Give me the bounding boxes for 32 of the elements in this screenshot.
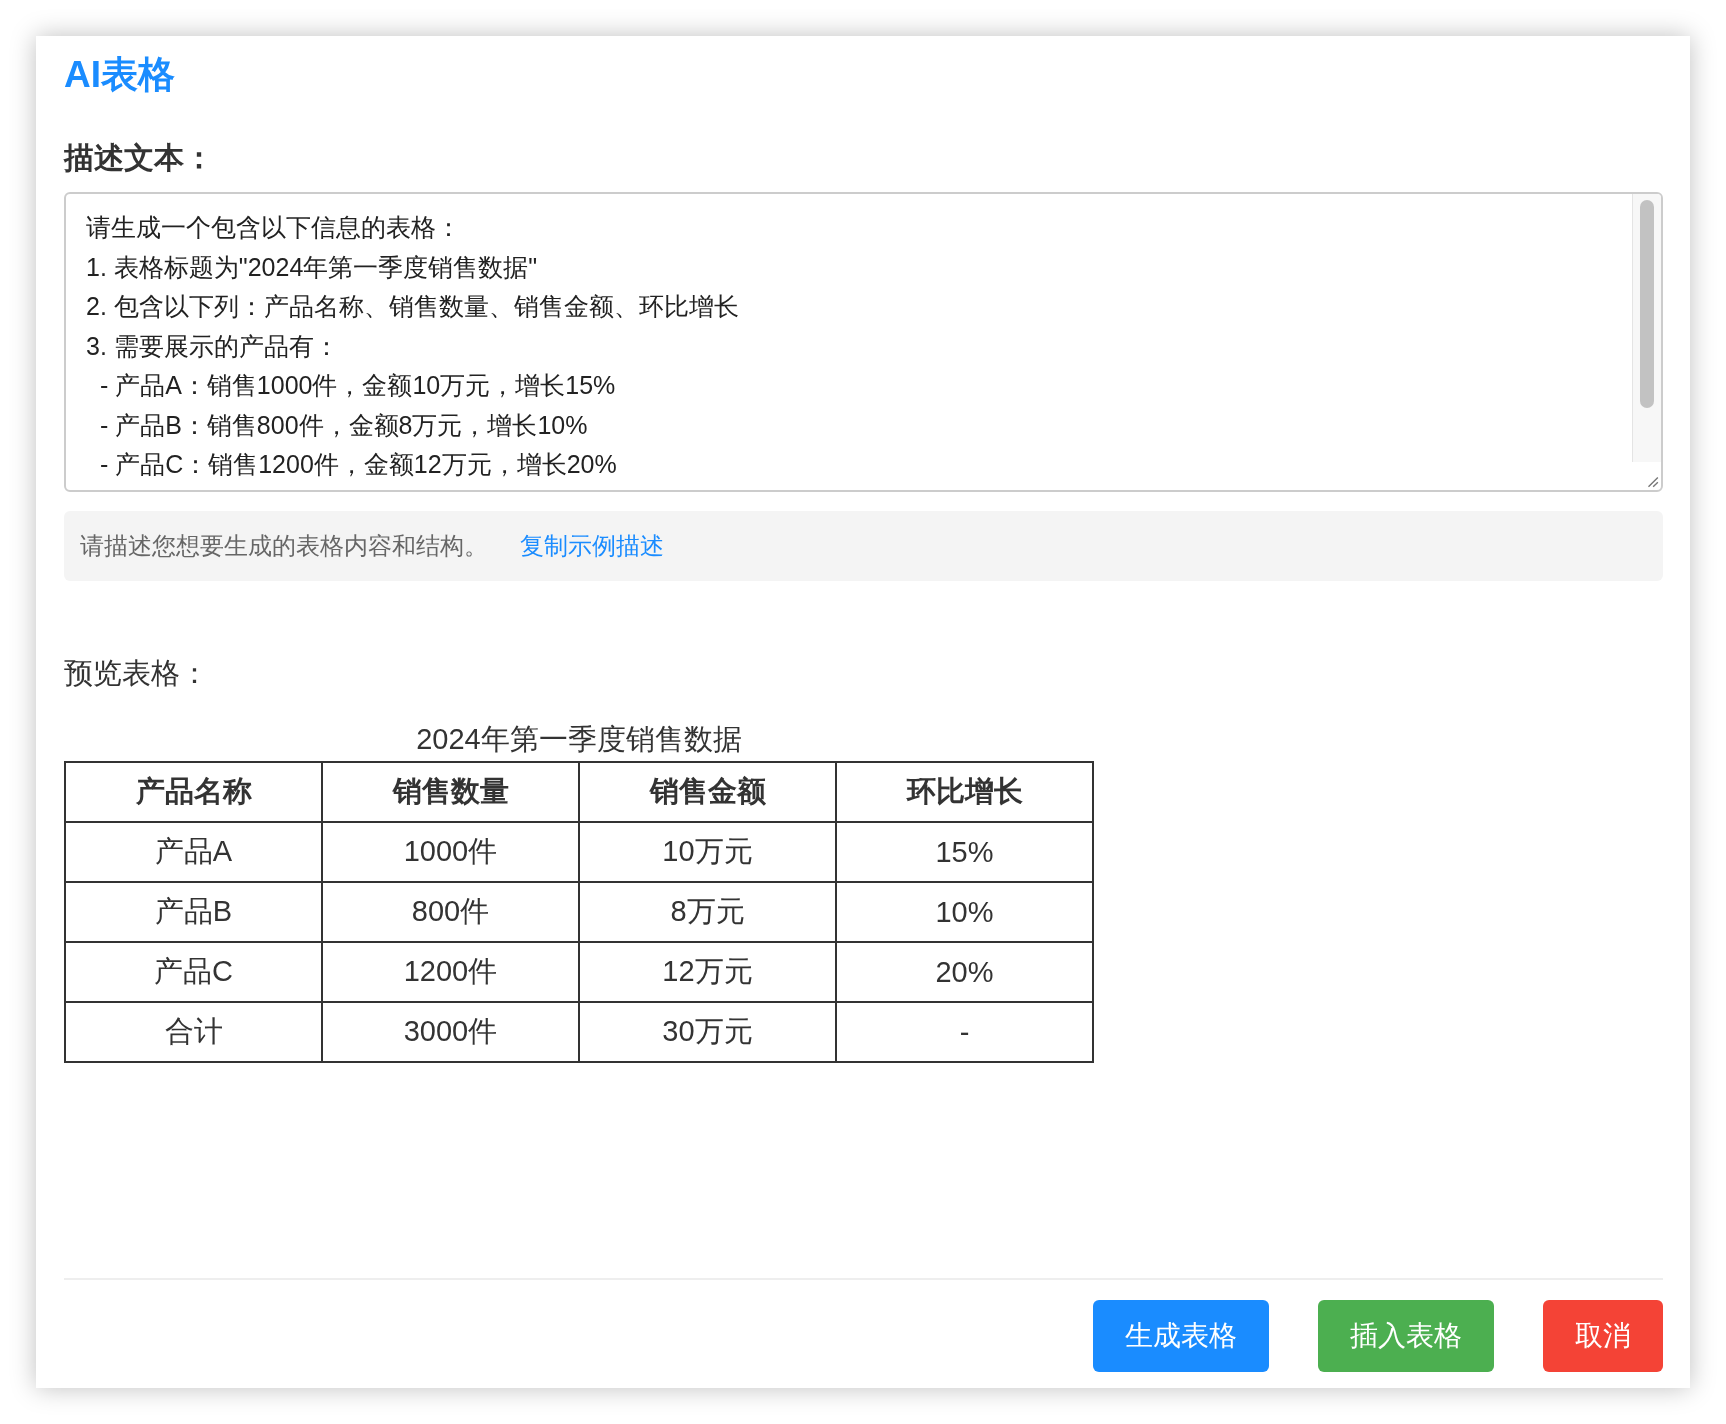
insert-button[interactable]: 插入表格 (1318, 1300, 1494, 1372)
table-cell: 8万元 (579, 882, 836, 942)
table-cell: 产品C (65, 942, 322, 1002)
table-cell: 20% (836, 942, 1093, 1002)
scrollbar[interactable] (1632, 194, 1661, 462)
column-header: 环比增长 (836, 762, 1093, 822)
column-header: 销售金额 (579, 762, 836, 822)
resize-grip-icon[interactable] (1645, 474, 1659, 488)
table-cell: 1000件 (322, 822, 579, 882)
table-cell: 12万元 (579, 942, 836, 1002)
preview-label: 预览表格： (64, 656, 210, 691)
table-cell: 10万元 (579, 822, 836, 882)
table-cell: 1200件 (322, 942, 579, 1002)
column-header: 产品名称 (65, 762, 322, 822)
dialog-title: AI表格 (64, 53, 176, 97)
table-cell: 30万元 (579, 1002, 836, 1062)
generate-button[interactable]: 生成表格 (1093, 1300, 1269, 1372)
table-cell: 产品B (65, 882, 322, 942)
table-cell: - (836, 1002, 1093, 1062)
description-label: 描述文本： (64, 140, 215, 176)
table-cell: 产品A (65, 822, 322, 882)
table-cell: 800件 (322, 882, 579, 942)
table-cell: 合计 (65, 1002, 322, 1062)
table-cell: 3000件 (322, 1002, 579, 1062)
table-caption: 2024年第一季度销售数据 (415, 722, 743, 757)
description-field[interactable]: 请生成一个包含以下信息的表格： 1. 表格标题为"2024年第一季度销售数据" 2. 包含以下列：产品名称、销售数量、销售金额、环比增长 3. 需要展示的产品有： - 产品A：销售1000件，金额10万元，增长15% - 产品B：销售800件，金额8万元，增长10% - 产品C：销售1200件，金额12万元，增长20% (64, 192, 1663, 492)
table-cell: 10% (836, 882, 1093, 942)
copy-example-link[interactable]: 复制示例描述 (520, 530, 664, 562)
cancel-button[interactable]: 取消 (1543, 1300, 1663, 1372)
hint-text: 请描述您想要生成的表格内容和结构。 (80, 531, 488, 561)
table-cell: 15% (836, 822, 1093, 882)
column-header: 销售数量 (322, 762, 579, 822)
